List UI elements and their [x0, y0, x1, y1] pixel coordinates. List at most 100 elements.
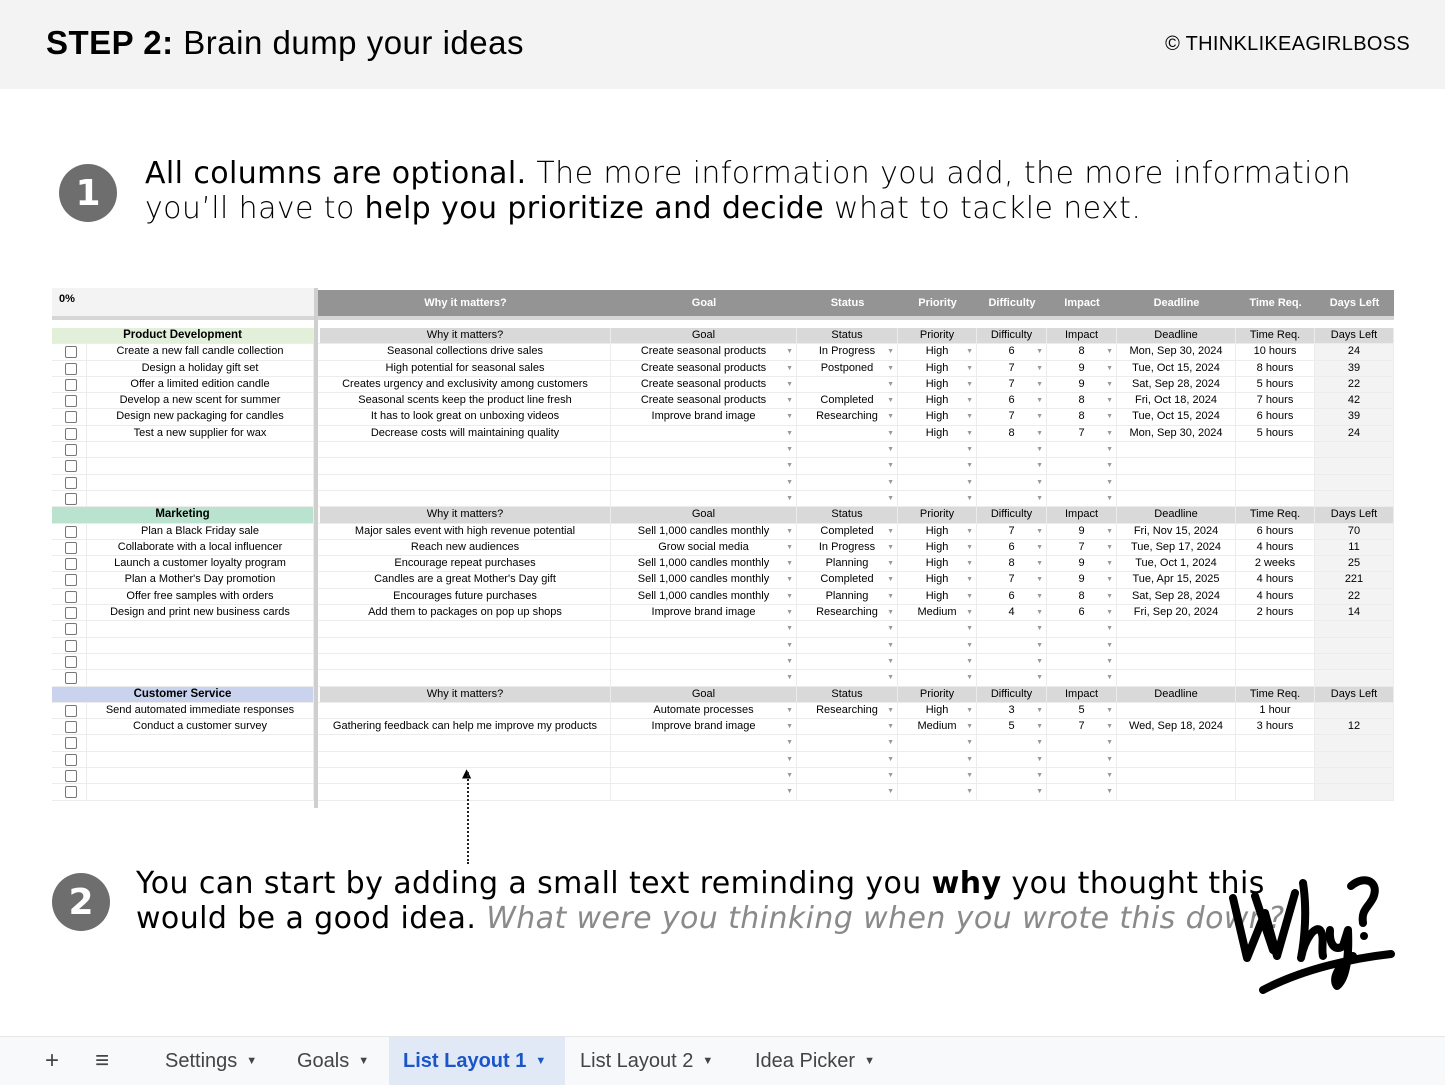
idea-cell[interactable]: [87, 735, 314, 751]
dropdown-arrow-icon[interactable]: ▼: [887, 768, 894, 783]
time-required-cell[interactable]: [1236, 490, 1315, 507]
dropdown-arrow-icon[interactable]: ▼: [786, 784, 793, 799]
dropdown-arrow-icon[interactable]: ▼: [786, 524, 793, 539]
dropdown-arrow-icon[interactable]: ▼: [966, 393, 973, 408]
dropdown-arrow-icon[interactable]: ▼: [1106, 670, 1113, 685]
goal-cell[interactable]: Improve brand image ▼: [611, 719, 797, 735]
idea-cell[interactable]: Plan a Mother's Day promotion: [87, 572, 314, 588]
priority-cell[interactable]: Medium ▼: [898, 605, 977, 621]
difficulty-cell[interactable]: 7 ▼: [977, 572, 1047, 588]
difficulty-cell[interactable]: 4 ▼: [977, 605, 1047, 621]
dropdown-arrow-icon[interactable]: ▼: [887, 605, 894, 620]
why-cell[interactable]: Encourages future purchases: [320, 588, 611, 605]
time-required-cell[interactable]: 5 hours: [1236, 376, 1315, 393]
idea-cell[interactable]: Plan a Black Friday sale: [87, 523, 314, 539]
done-checkbox[interactable]: [65, 395, 77, 408]
deadline-cell[interactable]: [1117, 670, 1236, 686]
dropdown-arrow-icon[interactable]: ▼: [1106, 768, 1113, 783]
idea-cell[interactable]: [87, 751, 314, 768]
done-checkbox[interactable]: [65, 753, 77, 766]
impact-cell[interactable]: ▼: [1047, 735, 1117, 751]
dropdown-arrow-icon[interactable]: ▼: [1106, 393, 1113, 408]
time-required-cell[interactable]: 6 hours: [1236, 523, 1315, 539]
dropdown-arrow-icon[interactable]: ▼: [887, 426, 894, 441]
why-cell[interactable]: Gathering feedback can help me improve m…: [320, 719, 611, 735]
dropdown-arrow-icon[interactable]: ▼: [1036, 768, 1043, 783]
dropdown-arrow-icon[interactable]: ▼: [786, 703, 793, 718]
dropdown-arrow-icon[interactable]: ▼: [1036, 556, 1043, 571]
difficulty-cell[interactable]: 7 ▼: [977, 409, 1047, 425]
difficulty-cell[interactable]: 6 ▼: [977, 393, 1047, 409]
deadline-cell[interactable]: Mon, Sep 30, 2024: [1117, 425, 1236, 442]
why-cell[interactable]: Major sales event with high revenue pote…: [320, 523, 611, 539]
done-checkbox[interactable]: [65, 672, 77, 685]
time-required-cell[interactable]: [1236, 670, 1315, 686]
idea-cell[interactable]: [87, 458, 314, 474]
impact-cell[interactable]: ▼: [1047, 784, 1117, 800]
done-checkbox[interactable]: [65, 362, 77, 375]
done-checkbox[interactable]: [65, 704, 77, 717]
time-required-cell[interactable]: 1 hour: [1236, 702, 1315, 719]
goal-cell[interactable]: Sell 1,000 candles monthly ▼: [611, 588, 797, 605]
idea-cell[interactable]: [87, 637, 314, 653]
time-required-cell[interactable]: 2 hours: [1236, 605, 1315, 621]
dropdown-arrow-icon[interactable]: ▼: [887, 361, 894, 376]
dropdown-arrow-icon[interactable]: ▼: [786, 475, 793, 490]
why-cell[interactable]: Candles are a great Mother's Day gift: [320, 572, 611, 588]
deadline-cell[interactable]: Fri, Nov 15, 2024: [1117, 523, 1236, 539]
impact-cell[interactable]: 6 ▼: [1047, 605, 1117, 621]
goal-cell[interactable]: ▼: [611, 458, 797, 474]
deadline-cell[interactable]: Wed, Sep 18, 2024: [1117, 719, 1236, 735]
dropdown-arrow-icon[interactable]: ▼: [1036, 621, 1043, 636]
time-required-cell[interactable]: 2 weeks: [1236, 556, 1315, 572]
time-required-cell[interactable]: 7 hours: [1236, 393, 1315, 409]
dropdown-arrow-icon[interactable]: ▼: [786, 768, 793, 783]
idea-cell[interactable]: [87, 784, 314, 800]
status-cell[interactable]: Researching ▼: [797, 702, 898, 719]
priority-cell[interactable]: High ▼: [898, 539, 977, 556]
status-cell[interactable]: ▼: [797, 653, 898, 670]
dropdown-arrow-icon[interactable]: ▼: [786, 752, 793, 767]
priority-cell[interactable]: High ▼: [898, 425, 977, 442]
deadline-cell[interactable]: [1117, 490, 1236, 507]
dropdown-arrow-icon[interactable]: ▼: [1106, 752, 1113, 767]
dropdown-arrow-icon[interactable]: ▼: [966, 409, 973, 424]
dropdown-arrow-icon[interactable]: ▼: [1106, 377, 1113, 392]
dropdown-arrow-icon[interactable]: ▼: [966, 426, 973, 441]
dropdown-arrow-icon[interactable]: ▼: [786, 638, 793, 653]
deadline-cell[interactable]: Sat, Sep 28, 2024: [1117, 376, 1236, 393]
goal-cell[interactable]: Create seasonal products ▼: [611, 344, 797, 360]
status-cell[interactable]: Postponed ▼: [797, 360, 898, 376]
dropdown-arrow-icon[interactable]: ▼: [887, 409, 894, 424]
spreadsheet[interactable]: 0% Why it matters? Goal Status Priority Diff…: [52, 288, 1394, 808]
time-required-cell[interactable]: 8 hours: [1236, 360, 1315, 376]
dropdown-arrow-icon[interactable]: ▼: [1106, 524, 1113, 539]
dropdown-arrow-icon[interactable]: ▼: [1036, 491, 1043, 506]
status-cell[interactable]: Completed ▼: [797, 393, 898, 409]
difficulty-cell[interactable]: ▼: [977, 458, 1047, 474]
dropdown-arrow-icon[interactable]: ▼: [1036, 426, 1043, 441]
caret-down-icon[interactable]: ▼: [864, 1055, 875, 1067]
dropdown-arrow-icon[interactable]: ▼: [1106, 735, 1113, 750]
goal-cell[interactable]: Automate processes ▼: [611, 702, 797, 719]
dropdown-arrow-icon[interactable]: ▼: [1036, 654, 1043, 669]
deadline-cell[interactable]: [1117, 653, 1236, 670]
impact-cell[interactable]: 8 ▼: [1047, 393, 1117, 409]
idea-cell[interactable]: Collaborate with a local influencer: [87, 539, 314, 556]
dropdown-arrow-icon[interactable]: ▼: [1106, 556, 1113, 571]
dropdown-arrow-icon[interactable]: ▼: [1106, 344, 1113, 359]
status-cell[interactable]: ▼: [797, 719, 898, 735]
priority-cell[interactable]: ▼: [898, 637, 977, 653]
deadline-cell[interactable]: Fri, Sep 20, 2024: [1117, 605, 1236, 621]
time-required-cell[interactable]: 3 hours: [1236, 719, 1315, 735]
deadline-cell[interactable]: [1117, 784, 1236, 800]
dropdown-arrow-icon[interactable]: ▼: [887, 393, 894, 408]
dropdown-arrow-icon[interactable]: ▼: [1036, 344, 1043, 359]
status-cell[interactable]: Planning ▼: [797, 556, 898, 572]
done-checkbox[interactable]: [65, 427, 77, 440]
status-cell[interactable]: Completed ▼: [797, 523, 898, 539]
dropdown-arrow-icon[interactable]: ▼: [966, 719, 973, 734]
priority-cell[interactable]: ▼: [898, 442, 977, 458]
impact-cell[interactable]: 9 ▼: [1047, 360, 1117, 376]
dropdown-arrow-icon[interactable]: ▼: [887, 344, 894, 359]
